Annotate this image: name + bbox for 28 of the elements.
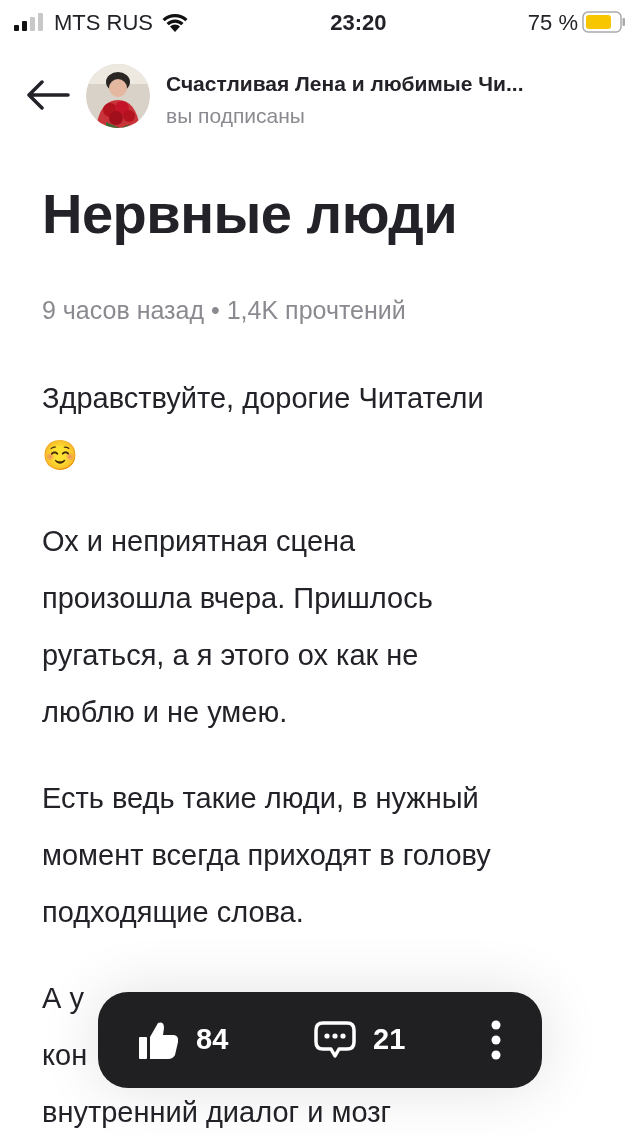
comment-button[interactable]: 21 (313, 1018, 406, 1062)
clock-time: 23:20 (330, 8, 387, 37)
more-button[interactable] (490, 1020, 502, 1060)
speech-bubble-icon (313, 1020, 357, 1060)
carrier-name: MTS RUS (54, 8, 153, 37)
text-line: ругаться, а я этого ох как не (42, 638, 419, 674)
back-button[interactable] (26, 80, 70, 110)
text-line: ☺ (42, 438, 78, 474)
text-line: Здравствуйте, дорогие Читатели (42, 381, 484, 417)
more-icon (490, 1020, 502, 1060)
text-line: Ох и неприятная сцена (42, 524, 356, 560)
text-line: подходящие слова. (42, 895, 304, 931)
article-meta: 9 часов назад • 1,4K прочтений (42, 294, 407, 326)
subscription-status: вы подписаны (166, 102, 306, 129)
wifi-icon (161, 12, 189, 32)
battery-icon (582, 11, 626, 33)
channel-name[interactable]: Счастливая Лена и любимые Чи... (166, 68, 524, 100)
text-line: внутренний диалог и мозг (42, 1095, 392, 1131)
text-line: произошла вчера. Пришлось (42, 581, 433, 617)
like-button[interactable]: 84 (138, 1018, 229, 1062)
text-line: кон (42, 1038, 88, 1074)
signal-icon (14, 13, 46, 31)
text-line: люблю и не умею. (42, 695, 288, 731)
battery-percent: 75 % (527, 8, 578, 37)
article-title: Нервные люди (42, 183, 459, 245)
text-line: Есть ведь такие люди, в нужный (42, 781, 479, 817)
text-line: момент всегда приходят в голову (42, 838, 491, 874)
text-line: А у (42, 981, 84, 1017)
